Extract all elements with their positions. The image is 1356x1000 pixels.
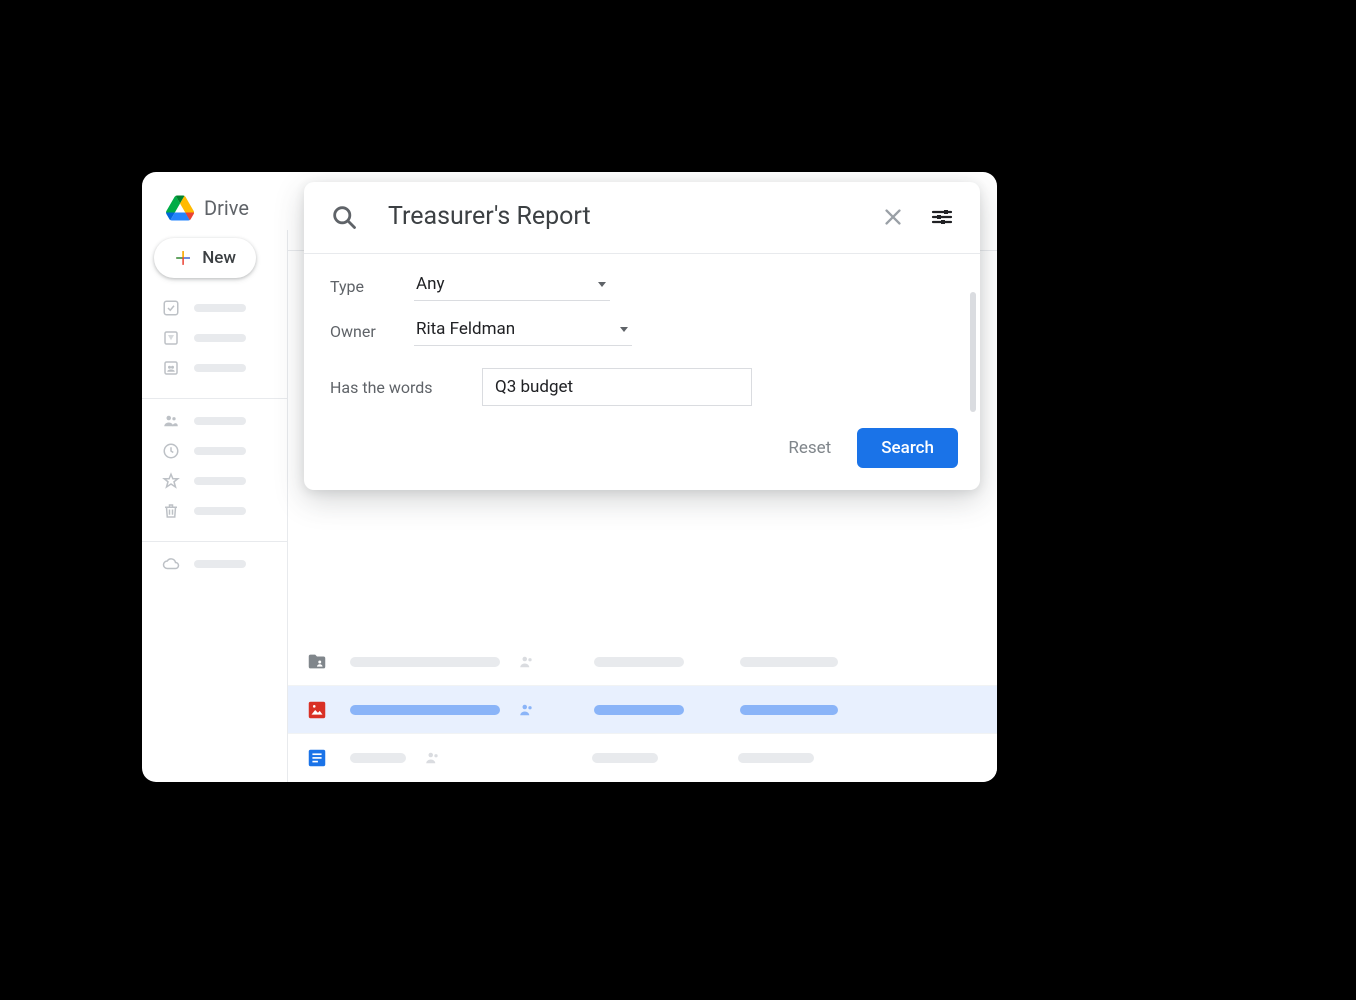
nav-trash[interactable]: [162, 501, 287, 521]
nav-group-1: [150, 294, 287, 390]
nav-shared-with-me[interactable]: [162, 411, 287, 431]
image-file-icon: [306, 699, 328, 721]
drive-logo-icon: [166, 195, 194, 221]
drive-window: Drive New: [142, 172, 997, 782]
filter-owner-dropdown[interactable]: Rita Feldman: [414, 317, 632, 346]
cloud-icon: [162, 555, 180, 573]
nav-group-3: [150, 550, 287, 586]
search-options-button[interactable]: [930, 205, 954, 229]
clock-icon: [162, 442, 180, 460]
nav-shared-drives[interactable]: [162, 358, 287, 378]
trash-icon: [162, 502, 180, 520]
app-title: Drive: [204, 196, 249, 220]
search-input[interactable]: Treasurer's Report: [388, 202, 852, 231]
nav-recent[interactable]: [162, 441, 287, 461]
clear-search-button[interactable]: [882, 206, 904, 228]
file-list: [288, 638, 997, 782]
sidebar: New: [142, 230, 288, 782]
filter-owner-value: Rita Feldman: [416, 319, 515, 339]
plus-icon: [174, 248, 192, 268]
advanced-search-panel: Treasurer's Report Type Any Owner: [304, 182, 980, 490]
search-icon[interactable]: [330, 203, 358, 231]
filter-type-row: Type Any: [330, 272, 954, 301]
folder-shared-icon: [306, 651, 328, 673]
star-icon: [162, 472, 180, 490]
filter-words-label: Has the words: [330, 378, 482, 397]
check-square-icon: [162, 299, 180, 317]
chevron-down-icon: [598, 282, 606, 287]
filter-type-value: Any: [416, 274, 445, 294]
shared-indicator-icon: [424, 749, 442, 767]
nav-priority[interactable]: [162, 298, 287, 318]
close-icon: [882, 206, 904, 228]
drive-outline-icon: [162, 329, 180, 347]
filter-owner-label: Owner: [330, 322, 414, 341]
filter-type-label: Type: [330, 277, 414, 296]
docs-file-icon: [306, 747, 328, 769]
filter-words-input[interactable]: [482, 368, 752, 406]
nav-starred[interactable]: [162, 471, 287, 491]
new-button-label: New: [202, 248, 236, 268]
filter-owner-row: Owner Rita Feldman: [330, 317, 954, 346]
file-row-folder[interactable]: [288, 638, 997, 686]
search-button[interactable]: Search: [857, 428, 958, 468]
nav-group-2: [150, 407, 287, 533]
nav-storage[interactable]: [162, 554, 287, 574]
reset-button[interactable]: Reset: [788, 438, 831, 458]
panel-scrollbar[interactable]: [970, 292, 976, 412]
file-row-image[interactable]: [288, 686, 997, 734]
nav-mydrive[interactable]: [162, 328, 287, 348]
tune-icon: [930, 205, 954, 229]
new-button[interactable]: New: [154, 238, 256, 278]
filter-words-row: Has the words: [330, 368, 954, 406]
file-row-doc[interactable]: [288, 734, 997, 782]
filter-type-dropdown[interactable]: Any: [414, 272, 610, 301]
chevron-down-icon: [620, 327, 628, 332]
shared-drive-icon: [162, 359, 180, 377]
shared-indicator-icon: [518, 701, 536, 719]
people-icon: [162, 412, 180, 430]
shared-indicator-icon: [518, 653, 536, 671]
